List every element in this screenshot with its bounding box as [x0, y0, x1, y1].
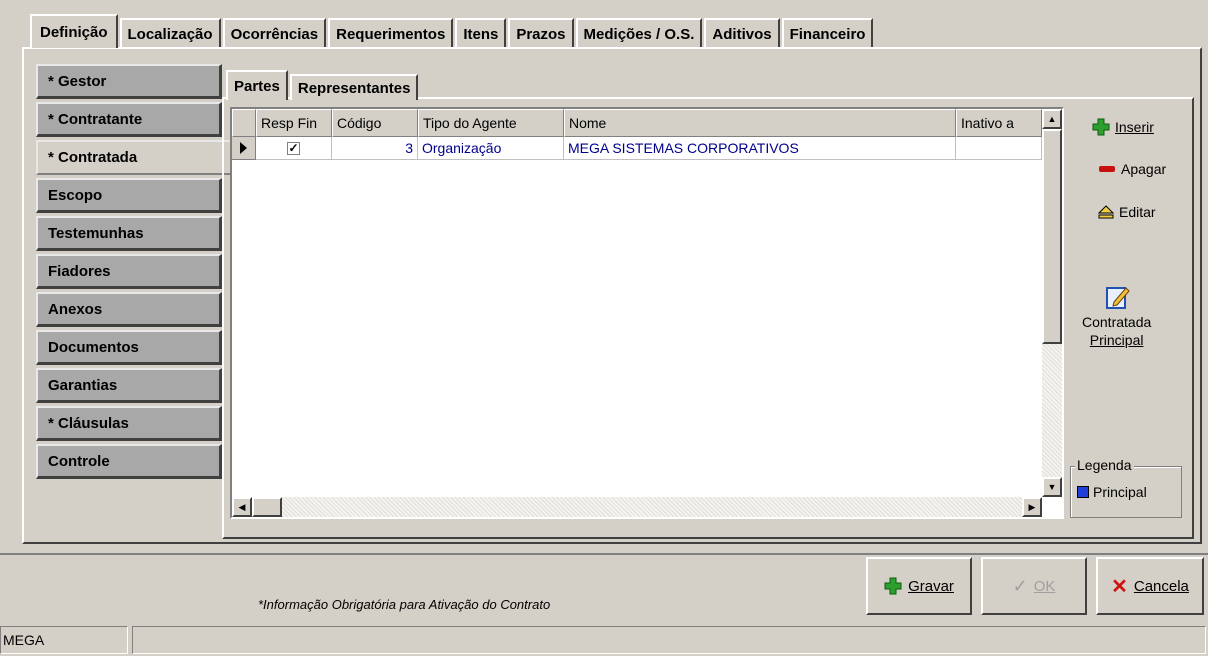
side-nav-anexos[interactable]: Anexos	[36, 292, 222, 327]
edit-document-icon	[1105, 287, 1130, 309]
vertical-scrollbar[interactable]: ▲ ▼	[1042, 109, 1062, 497]
ok-button[interactable]: ✓ OK	[981, 557, 1087, 615]
scroll-up-icon[interactable]: ▲	[1042, 109, 1062, 129]
tab-definicao[interactable]: Definição	[30, 14, 118, 48]
tab-aditivos[interactable]: Aditivos	[704, 18, 780, 48]
eject-icon	[1098, 205, 1114, 219]
col-header-nome[interactable]: Nome	[564, 109, 956, 137]
horizontal-scrollbar[interactable]: ◀ ▶	[232, 497, 1042, 517]
side-nav-contratada[interactable]: * Contratada	[36, 140, 236, 175]
apagar-button[interactable]: Apagar	[1098, 161, 1166, 177]
side-nav-garantias[interactable]: Garantias	[36, 368, 222, 403]
legend-title: Legenda	[1075, 457, 1134, 473]
parties-grid[interactable]: Resp Fin Código Tipo do Agente Nome Inat…	[230, 107, 1064, 519]
gravar-button[interactable]: Gravar	[866, 557, 972, 615]
top-tab-strip: Definição Localização Ocorrências Requer…	[30, 14, 875, 48]
inserir-button[interactable]: Inserir	[1092, 118, 1154, 136]
scroll-down-icon[interactable]: ▼	[1042, 477, 1062, 497]
inserir-label: Inserir	[1115, 119, 1154, 135]
editar-label: Editar	[1119, 204, 1156, 220]
legend-item-label: Principal	[1093, 484, 1147, 500]
editar-button[interactable]: Editar	[1098, 204, 1156, 220]
side-nav: * Gestor * Contratante * Contratada Esco…	[36, 64, 236, 482]
cancela-label: Cancela	[1133, 577, 1189, 595]
col-header-codigo[interactable]: Código	[332, 109, 418, 137]
tab-prazos[interactable]: Prazos	[508, 18, 574, 48]
check-icon: ✓	[1012, 575, 1028, 596]
side-nav-gestor[interactable]: * Gestor	[36, 64, 222, 99]
resp-fin-checkbox[interactable]: ✓	[287, 141, 300, 155]
cancela-button[interactable]: ✕ Cancela	[1096, 557, 1204, 615]
cell-nome[interactable]: MEGA SISTEMAS CORPORATIVOS	[564, 137, 956, 160]
side-nav-controle[interactable]: Controle	[36, 444, 222, 479]
tab-ocorrencias[interactable]: Ocorrências	[222, 18, 327, 48]
contratada-label: Contratada	[1082, 314, 1152, 330]
close-icon: ✕	[1111, 575, 1128, 598]
cell-tipo-agente[interactable]: Organização	[418, 137, 564, 160]
cell-codigo[interactable]: 3	[332, 137, 418, 160]
vertical-scroll-thumb[interactable]	[1042, 129, 1062, 344]
cell-resp-fin[interactable]: ✓	[256, 137, 332, 160]
col-header-inativo[interactable]: Inativo a	[956, 109, 1042, 137]
side-nav-testemunhas[interactable]: Testemunhas	[36, 216, 222, 251]
tab-financeiro[interactable]: Financeiro	[781, 18, 874, 48]
tab-localizacao[interactable]: Localização	[119, 18, 221, 48]
tab-itens[interactable]: Itens	[455, 18, 507, 48]
minus-icon	[1099, 166, 1115, 172]
side-nav-clausulas[interactable]: * Cláusulas	[36, 406, 222, 441]
contratada-principal-button[interactable]: Contratada Principal	[1082, 282, 1151, 348]
tab-requerimentos[interactable]: Requerimentos	[328, 18, 454, 48]
required-note: *Informação Obrigatória para Ativação do…	[258, 597, 551, 612]
plus-icon	[1092, 118, 1110, 136]
plus-icon	[884, 577, 902, 595]
tab-representantes[interactable]: Representantes	[289, 74, 419, 100]
ok-label: OK	[1033, 577, 1056, 595]
apagar-label: Apagar	[1121, 161, 1167, 177]
scroll-left-icon[interactable]: ◀	[232, 497, 252, 517]
side-nav-escopo[interactable]: Escopo	[36, 178, 222, 213]
side-nav-contratante[interactable]: * Contratante	[36, 102, 222, 137]
col-header-tipo-agente[interactable]: Tipo do Agente	[418, 109, 564, 137]
tab-medicoes[interactable]: Medições / O.S.	[575, 18, 703, 48]
tab-partes[interactable]: Partes	[226, 70, 288, 100]
table-row[interactable]: ✓ 3 Organização MEGA SISTEMAS CORPORATIV…	[232, 137, 1042, 160]
status-user: MEGA	[0, 626, 128, 654]
grid-corner	[232, 109, 256, 137]
side-nav-fiadores[interactable]: Fiadores	[36, 254, 222, 289]
side-nav-documentos[interactable]: Documentos	[36, 330, 222, 365]
principal-swatch	[1077, 486, 1089, 498]
scroll-right-icon[interactable]: ▶	[1022, 497, 1042, 517]
gravar-label: Gravar	[908, 577, 954, 595]
legend-box: Legenda Principal	[1070, 457, 1182, 518]
col-header-resp-fin[interactable]: Resp Fin	[256, 109, 332, 137]
legend-item: Principal	[1077, 484, 1147, 500]
sub-tab-strip: Partes Representantes	[226, 70, 420, 100]
horizontal-scroll-thumb[interactable]	[252, 497, 282, 517]
cell-inativo[interactable]	[956, 137, 1042, 160]
status-message	[132, 626, 1206, 654]
grid-header: Resp Fin Código Tipo do Agente Nome Inat…	[232, 109, 1042, 137]
principal-label: Principal	[1089, 332, 1144, 348]
status-bar: MEGA	[0, 624, 1208, 656]
row-indicator-icon	[232, 137, 256, 160]
